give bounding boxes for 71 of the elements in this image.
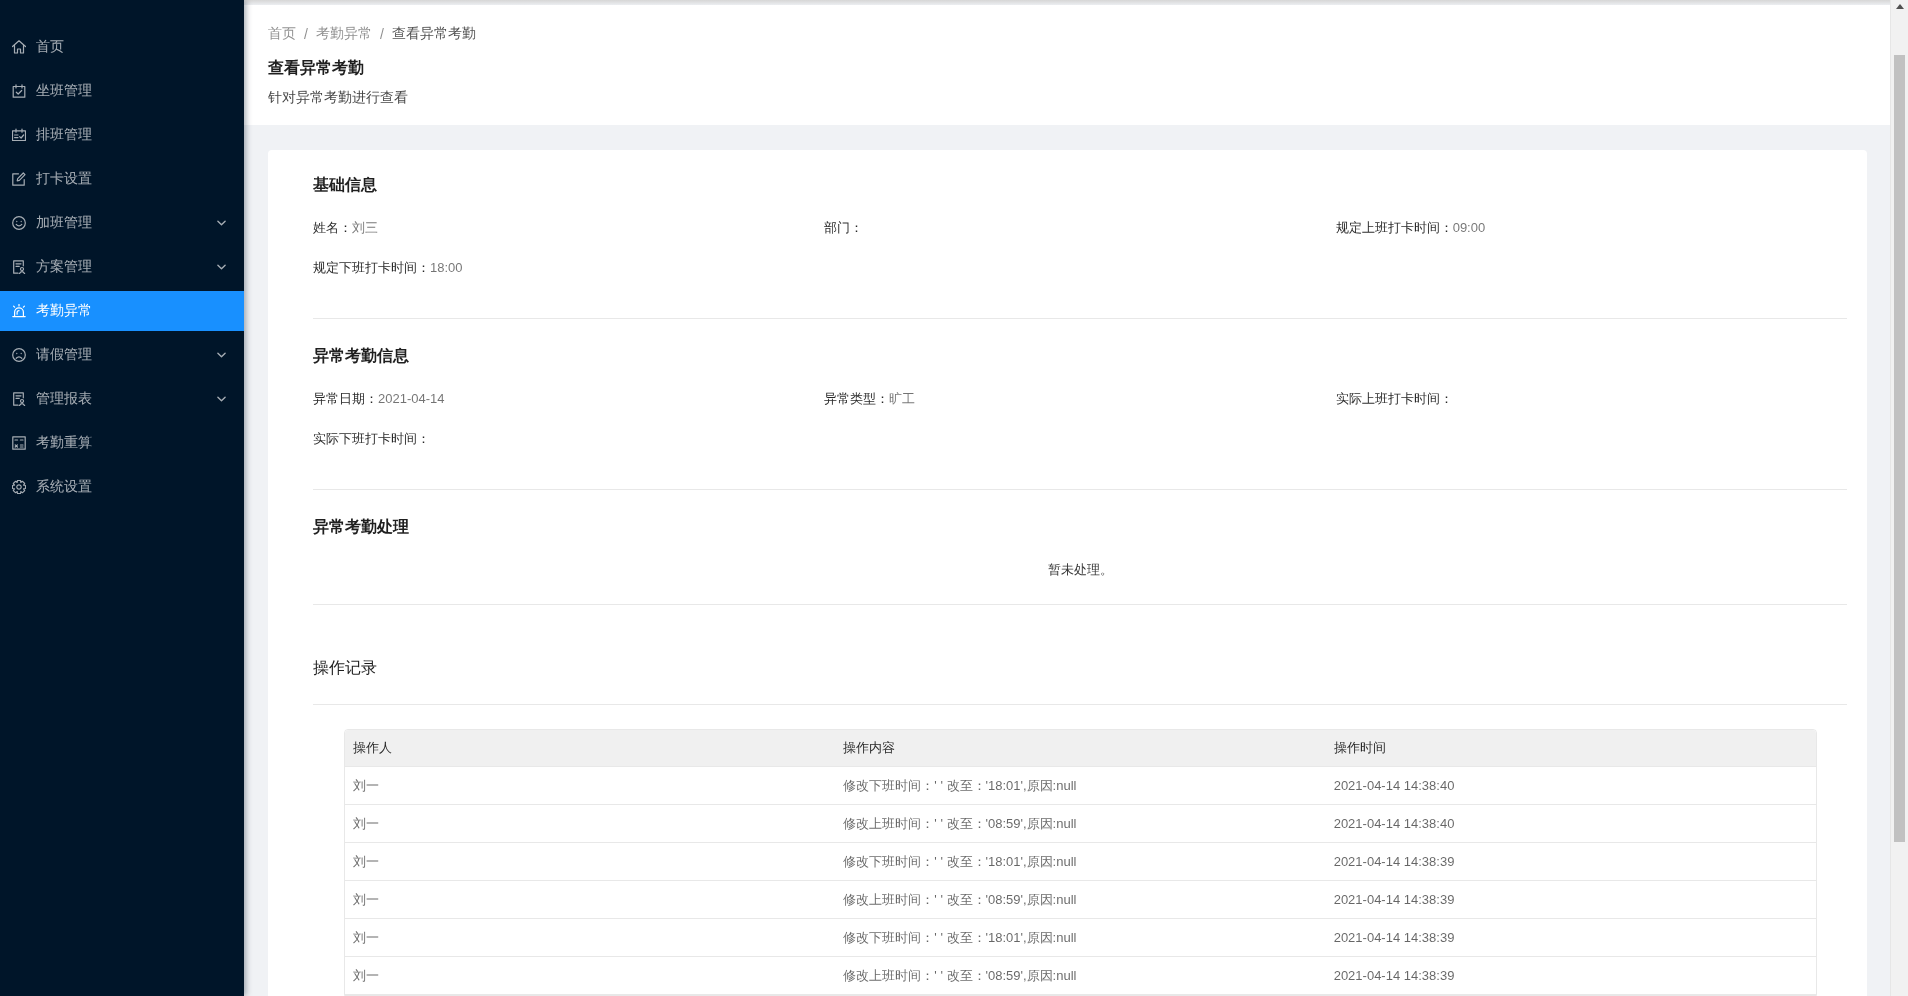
- field-label: 部门：: [824, 220, 864, 235]
- table-cell: 刘一: [353, 814, 379, 833]
- chevron-down-icon: [217, 352, 226, 358]
- scroll-up-arrow-icon[interactable]: [1896, 4, 1904, 9]
- frown-icon: [12, 348, 26, 362]
- sidebar-item[interactable]: 首页: [0, 27, 244, 67]
- sidebar-item[interactable]: 排班管理: [0, 115, 244, 155]
- sidebar-item[interactable]: 方案管理: [0, 247, 244, 287]
- field-value: 刘三: [352, 220, 378, 235]
- table-cell: 刘一: [353, 852, 379, 871]
- sidebar-item[interactable]: 加班管理: [0, 203, 244, 243]
- document-person-icon: [12, 392, 26, 406]
- empty-message: 暂未处理。: [1047, 562, 1113, 577]
- chevron-down-icon: [217, 220, 226, 226]
- sidebar-item[interactable]: 系统设置: [0, 467, 244, 507]
- section-title: 基础信息: [313, 175, 378, 195]
- field-value: 旷工: [889, 391, 916, 406]
- table-cell: 修改下班时间：' ' 改至：'18:01',原因:null: [843, 776, 1077, 795]
- page-title: 查看异常考勤: [268, 58, 365, 78]
- column-header: 操作时间: [1333, 739, 1386, 757]
- table-cell: 2021-04-14 14:38:40: [1333, 816, 1455, 831]
- sidebar-item[interactable]: 考勤重算: [0, 423, 244, 463]
- breadcrumb-separator: /: [304, 26, 308, 42]
- table-cell: 2021-04-14 14:38:39: [1333, 968, 1455, 983]
- chevron-down-icon: [217, 396, 226, 402]
- table-cell: 修改上班时间：' ' 改至：'08:59',原因:null: [843, 890, 1077, 909]
- column-header: 操作内容: [843, 739, 896, 757]
- breadcrumb-current: 查看异常考勤: [391, 25, 476, 43]
- siren-icon: [12, 304, 26, 318]
- table-cell: 刘一: [353, 928, 379, 947]
- calendar-icon: [12, 128, 26, 142]
- column-header: 操作人: [353, 739, 392, 757]
- field-label: 异常类型：: [824, 391, 890, 406]
- home-icon: [12, 40, 26, 54]
- section-title: 异常考勤处理: [313, 517, 410, 537]
- sidebar-item[interactable]: 坐班管理: [0, 71, 244, 111]
- table-cell: 2021-04-14 14:38:39: [1333, 892, 1455, 907]
- settings-icon: [12, 480, 26, 494]
- document-person-icon: [12, 260, 26, 274]
- calculator-icon: [12, 436, 26, 450]
- table-cell: 修改下班时间：' ' 改至：'18:01',原因:null: [843, 928, 1077, 947]
- sidebar-item[interactable]: 打卡设置: [0, 159, 244, 199]
- edit-icon: [12, 172, 26, 186]
- field-value: 09:00: [1452, 220, 1486, 235]
- field-label: 姓名：: [313, 220, 352, 235]
- section-title: 操作记录: [313, 658, 378, 678]
- field-value: 18:00: [430, 260, 463, 275]
- scrollbar-thumb[interactable]: [1894, 55, 1905, 842]
- table-cell: 修改下班时间：' ' 改至：'18:01',原因:null: [843, 852, 1077, 871]
- field-label: 规定上班打卡时间：: [1335, 220, 1453, 235]
- field-value: 2021-04-14: [378, 391, 445, 406]
- page-subtitle: 针对异常考勤进行查看: [268, 88, 409, 107]
- table-cell: 刘一: [353, 776, 379, 795]
- field-label: 规定下班打卡时间：: [313, 260, 430, 275]
- chevron-down-icon: [217, 264, 226, 270]
- table-cell: 修改上班时间：' ' 改至：'08:59',原因:null: [843, 814, 1077, 833]
- field-label: 实际上班打卡时间：: [1335, 391, 1453, 406]
- field-label: 异常日期：: [313, 391, 378, 406]
- sidebar-item[interactable]: 管理报表: [0, 379, 244, 419]
- smile-icon: [12, 216, 26, 230]
- sidebar-item[interactable]: 请假管理: [0, 335, 244, 375]
- table-cell: 2021-04-14 14:38:39: [1333, 930, 1455, 945]
- table-cell: 刘一: [353, 890, 379, 909]
- table-cell: 刘一: [353, 966, 379, 985]
- breadcrumb-separator: /: [379, 26, 384, 42]
- section-title: 异常考勤信息: [313, 346, 410, 366]
- calendar-check-icon: [12, 84, 26, 98]
- table-cell: 2021-04-14 14:38:39: [1333, 854, 1455, 869]
- table-cell: 2021-04-14 14:38:40: [1333, 778, 1455, 793]
- field-label: 实际下班打卡时间：: [313, 431, 430, 446]
- table-cell: 修改上班时间：' ' 改至：'08:59',原因:null: [843, 966, 1077, 985]
